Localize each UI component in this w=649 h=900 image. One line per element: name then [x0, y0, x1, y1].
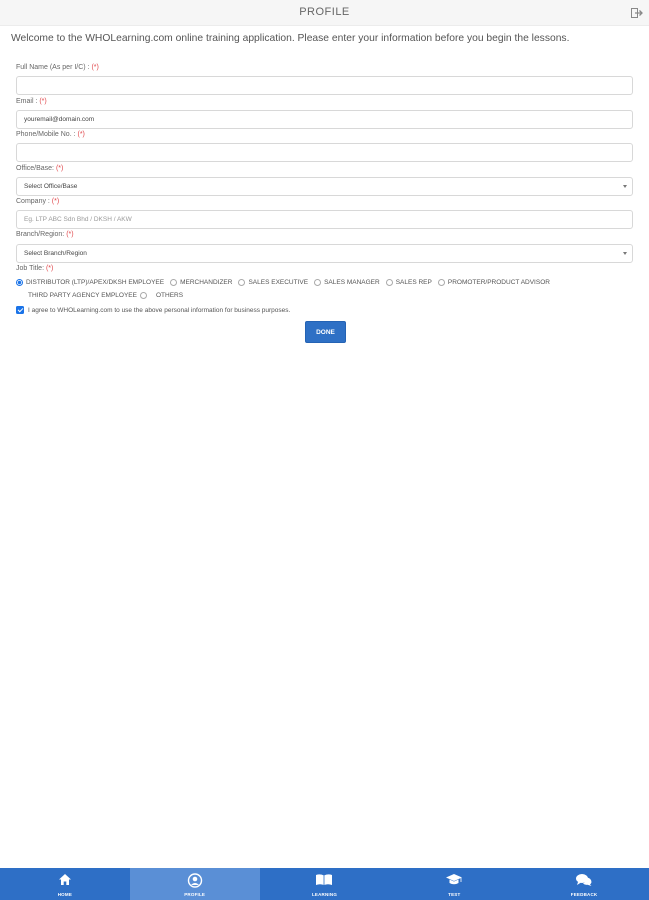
phone-field[interactable]: [16, 143, 633, 162]
fullname-field[interactable]: [16, 76, 633, 95]
agree-checkbox-row[interactable]: I agree to WHOLearning.com to use the ab…: [16, 306, 290, 314]
logout-icon[interactable]: [631, 7, 643, 19]
jobtitle-label: Job Title: (*): [16, 265, 53, 272]
company-field[interactable]: Eg. LTP ABC Sdn Bhd / DKSH / AKW: [16, 210, 633, 229]
radio-icon[interactable]: [238, 279, 246, 286]
fullname-label: Full Name (As per I/C) : (*): [16, 64, 99, 71]
option-label: SALES MANAGER: [324, 279, 380, 286]
option-label: PROMOTER/PRODUCT ADVISOR: [447, 279, 550, 286]
jobtitle-options-row-2: THIRD PARTY AGENCY EMPLOYEE OTHERS: [28, 292, 189, 299]
required-marker: (*): [77, 131, 85, 138]
fullname-label-text: Full Name (As per I/C) :: [16, 64, 92, 71]
checkbox-checked-icon[interactable]: [16, 306, 24, 314]
company-label: Company : (*): [16, 198, 59, 205]
phone-label: Phone/Mobile No. : (*): [16, 131, 85, 138]
nav-label: PROFILE: [184, 892, 206, 897]
company-label-text: Company :: [16, 198, 52, 205]
nav-item-profile[interactable]: PROFILE: [129, 868, 260, 900]
office-label-text: Office/Base:: [16, 165, 56, 172]
option-label: DISTRIBUTOR (LTP)/APEX/DKSH EMPLOYEE: [26, 279, 165, 286]
required-marker: (*): [51, 198, 60, 205]
chevron-down-icon: [623, 185, 627, 188]
page-title: PROFILE: [299, 6, 350, 18]
jobtitle-option-sales-executive[interactable]: SALES EXECUTIVE: [238, 279, 308, 286]
nav-label: TEST: [448, 892, 461, 897]
radio-icon[interactable]: [170, 279, 178, 286]
phone-label-text: Phone/Mobile No. :: [16, 131, 78, 138]
agree-label: I agree to WHOLearning.com to use the ab…: [28, 306, 291, 314]
jobtitle-option-merchandizer[interactable]: MERCHANDIZER: [170, 279, 232, 286]
branch-select[interactable]: Select Branch/Region: [16, 244, 633, 263]
office-select-value: Select Office/Base: [24, 183, 78, 190]
option-label: SALES REP: [395, 279, 432, 286]
office-select[interactable]: Select Office/Base: [16, 177, 633, 196]
jobtitle-option-third-party[interactable]: THIRD PARTY AGENCY EMPLOYEE: [28, 292, 150, 299]
email-label: Email : (*): [16, 98, 47, 105]
graduation-cap-icon: [446, 874, 463, 885]
required-marker: (*): [91, 64, 99, 71]
jobtitle-option-distributor[interactable]: DISTRIBUTOR (LTP)/APEX/DKSH EMPLOYEE: [16, 279, 164, 286]
branch-label: Branch/Region: (*): [16, 231, 74, 238]
nav-item-test[interactable]: TEST: [389, 868, 519, 900]
bottom-nav: HOME PROFILE LEARNING TEST FEEDBACK: [0, 868, 649, 900]
jobtitle-option-sales-manager[interactable]: SALES MANAGER: [314, 279, 380, 286]
required-marker: (*): [39, 98, 47, 105]
chevron-down-icon: [623, 252, 627, 255]
top-bar: PROFILE: [0, 0, 649, 26]
branch-select-value: Select Branch/Region: [24, 250, 87, 257]
jobtitle-label-text: Job Title:: [16, 265, 46, 272]
nav-label: HOME: [57, 892, 73, 897]
jobtitle-option-promoter[interactable]: PROMOTER/PRODUCT ADVISOR: [437, 279, 550, 286]
nav-item-learning[interactable]: LEARNING: [260, 868, 390, 900]
required-marker: (*): [66, 231, 74, 238]
radio-icon[interactable]: [437, 279, 445, 286]
email-label-text: Email :: [16, 98, 40, 105]
required-marker: (*): [45, 265, 54, 272]
email-field[interactable]: youremail@domain.com: [16, 110, 633, 129]
jobtitle-option-others[interactable]: OTHERS: [156, 292, 183, 299]
user-icon: [187, 873, 202, 888]
nav-label: FEEDBACK: [570, 892, 598, 897]
radio-icon[interactable]: [139, 292, 147, 299]
welcome-message: Welcome to the WHOLearning.com online tr…: [11, 33, 570, 44]
required-marker: (*): [55, 165, 64, 172]
option-label: SALES EXECUTIVE: [248, 279, 309, 286]
office-label: Office/Base: (*): [16, 165, 63, 172]
branch-label-text: Branch/Region:: [16, 231, 67, 238]
radio-icon[interactable]: [314, 279, 322, 286]
radio-icon[interactable]: [385, 279, 393, 286]
book-icon: [316, 874, 333, 885]
option-label: OTHERS: [155, 292, 184, 299]
done-button[interactable]: DONE: [305, 321, 346, 343]
jobtitle-options-row-1: DISTRIBUTOR (LTP)/APEX/DKSH EMPLOYEE MER…: [16, 279, 556, 286]
nav-item-home[interactable]: HOME: [0, 868, 130, 900]
jobtitle-option-sales-rep[interactable]: SALES REP: [385, 279, 432, 286]
option-label: THIRD PARTY AGENCY EMPLOYEE: [28, 292, 137, 299]
chat-icon: [576, 874, 592, 886]
nav-label: LEARNING: [311, 892, 338, 897]
option-label: MERCHANDIZER: [180, 279, 233, 286]
nav-item-feedback[interactable]: FEEDBACK: [519, 868, 649, 900]
home-icon: [58, 874, 71, 885]
radio-selected-icon[interactable]: [16, 279, 23, 286]
